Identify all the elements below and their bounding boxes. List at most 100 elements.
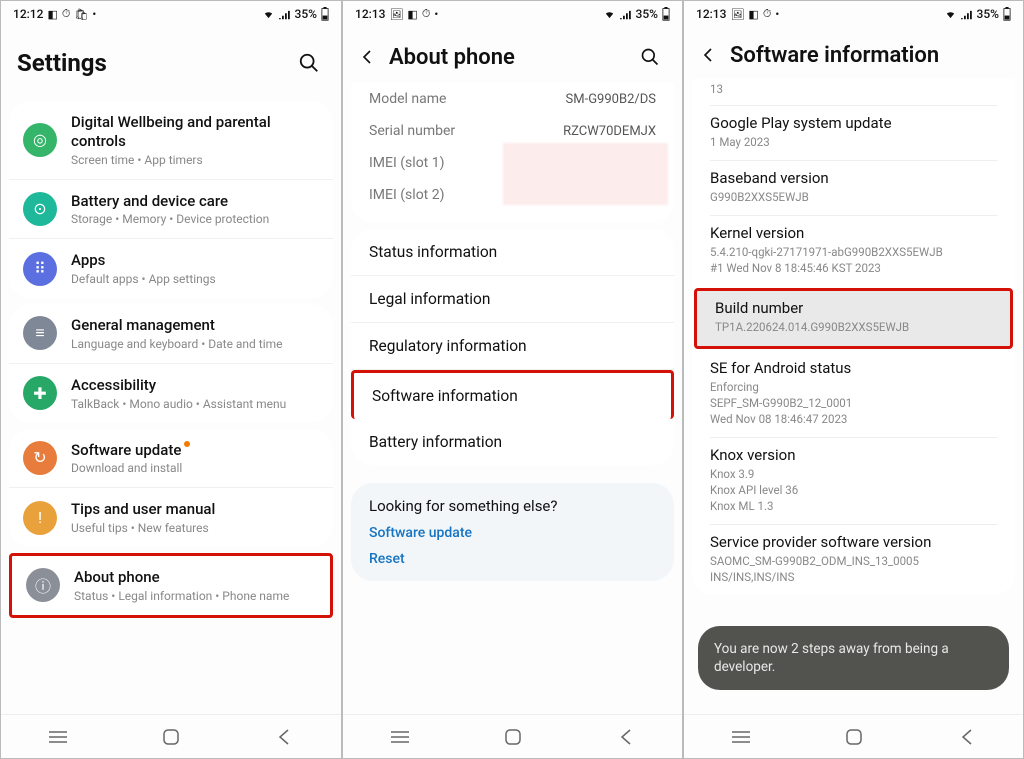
kv-key: Model name xyxy=(369,91,446,107)
row-battery-care[interactable]: ⊙ Battery and device care Storage • Memo… xyxy=(9,180,333,240)
row-sub: Useful tips • New features xyxy=(71,521,319,535)
battery-percent: 35% xyxy=(636,7,658,21)
dot-icon: • xyxy=(434,8,438,21)
nav-home[interactable] xyxy=(491,723,535,751)
row-title: Apps xyxy=(71,251,319,270)
wifi-icon xyxy=(944,9,957,20)
info-sub: G990B2XXS5EWJB xyxy=(710,189,997,205)
row-accessibility[interactable]: ✚ Accessibility TalkBack • Mono audio • … xyxy=(9,364,333,423)
row-software-info[interactable]: Software information xyxy=(351,370,674,419)
row-tips[interactable]: ! Tips and user manual Useful tips • New… xyxy=(9,488,333,547)
nav-home[interactable] xyxy=(832,723,876,751)
nav-home[interactable] xyxy=(149,723,193,751)
nav-back[interactable] xyxy=(262,723,306,751)
search-button[interactable] xyxy=(293,47,325,79)
row-sub: TalkBack • Mono audio • Assistant menu xyxy=(71,397,319,411)
kv-key: IMEI (slot 2) xyxy=(369,187,444,203)
software-info-header: Software information xyxy=(684,27,1023,79)
bag-icon: 🛍 xyxy=(74,8,88,21)
tips-icon: ! xyxy=(23,501,57,535)
status-time: 12:12 xyxy=(13,7,43,21)
row-se-android[interactable]: SE for Android status Enforcing SEPF_SM-… xyxy=(692,351,1015,437)
info-sub: Enforcing SEPF_SM-G990B2_12_0001 Wed Nov… xyxy=(710,379,997,427)
row-title: Accessibility xyxy=(71,376,319,395)
battery-icon xyxy=(662,7,670,21)
nav-back[interactable] xyxy=(604,723,648,751)
battery-percent: 35% xyxy=(977,7,999,21)
row-sub: Storage • Memory • Device protection xyxy=(71,212,319,226)
settings-group-3: ↻ Software update Download and install !… xyxy=(9,429,333,548)
info-sub: SAOMC_SM-G990B2_ODM_INS_13_0005 INS/INS,… xyxy=(710,553,997,585)
row-title: Software update xyxy=(71,441,319,460)
status-bar: 12:13 🖼 ◧ ⏱ • 35% xyxy=(684,1,1023,27)
row-kernel[interactable]: Kernel version 5.4.210-qgki-27171971-abG… xyxy=(692,216,1015,286)
link-software-update[interactable]: Software update xyxy=(369,525,656,541)
nav-recents[interactable] xyxy=(36,723,80,751)
nav-recents[interactable] xyxy=(378,723,422,751)
info-sub: Knox 3.9 Knox API level 36 Knox ML 1.3 xyxy=(710,466,997,514)
dot-icon: • xyxy=(92,8,96,21)
about-phone-icon: ⓘ xyxy=(26,568,60,602)
row-service-provider[interactable]: Service provider software version SAOMC_… xyxy=(692,525,1015,595)
info-title: Build number xyxy=(715,299,992,317)
clock-icon: ⏱ xyxy=(422,7,431,21)
row-sub: Default apps • App settings xyxy=(71,272,319,286)
row-legal-info[interactable]: Legal information xyxy=(351,276,674,323)
info-title: SE for Android status xyxy=(710,359,997,377)
kv-value: RZCW70DEMJX xyxy=(563,124,656,139)
info-title: Service provider software version xyxy=(710,533,997,551)
link-reset[interactable]: Reset xyxy=(369,551,656,567)
row-about-phone[interactable]: ⓘ About phone Status • Legal information… xyxy=(12,556,330,615)
settings-header: Settings xyxy=(1,27,341,95)
kv-value: SM-G990B2/DS xyxy=(566,92,656,107)
general-icon: ≡ xyxy=(23,316,57,350)
nav-bar xyxy=(1,714,341,758)
info-sub: TP1A.220624.014.G990B2XXS5EWJB xyxy=(715,319,992,335)
row-sub: Language and keyboard • Date and time xyxy=(71,337,319,351)
back-button[interactable] xyxy=(353,43,381,71)
battery-icon xyxy=(321,7,329,21)
row-digital-wellbeing[interactable]: ◎ Digital Wellbeing and parental control… xyxy=(9,101,333,180)
info-title: Kernel version xyxy=(710,224,997,242)
row-sub: Download and install xyxy=(71,461,319,475)
row-title: Tips and user manual xyxy=(71,500,319,519)
row-play-update[interactable]: Google Play system update 1 May 2023 xyxy=(692,106,1015,160)
row-title: About phone xyxy=(74,568,316,587)
accessibility-icon: ✚ xyxy=(23,376,57,410)
row-knox[interactable]: Knox version Knox 3.9 Knox API level 36 … xyxy=(692,438,1015,524)
info-sub: 1 May 2023 xyxy=(710,134,997,150)
nav-bar xyxy=(343,714,682,758)
row-apps[interactable]: ⠿ Apps Default apps • App settings xyxy=(9,239,333,298)
clock-icon: ⏱ xyxy=(763,7,772,21)
info-title: Baseband version xyxy=(710,169,997,187)
nav-back[interactable] xyxy=(945,723,989,751)
row-baseband[interactable]: Baseband version G990B2XXS5EWJB xyxy=(692,161,1015,215)
update-badge-icon xyxy=(184,441,190,447)
row-build-number[interactable]: Build number TP1A.220624.014.G990B2XXS5E… xyxy=(694,288,1013,348)
row-general-management[interactable]: ≡ General management Language and keyboa… xyxy=(9,304,333,364)
kv-model-name: Model name SM-G990B2/DS xyxy=(351,83,674,115)
picture-icon: 🖼 xyxy=(389,8,403,21)
search-button[interactable] xyxy=(634,41,666,73)
status-time: 12:13 xyxy=(696,7,726,21)
row-status-info[interactable]: Status information xyxy=(351,229,674,276)
row-battery-info[interactable]: Battery information xyxy=(351,419,674,465)
wifi-icon xyxy=(262,9,275,20)
page-title: About phone xyxy=(389,45,634,70)
nav-recents[interactable] xyxy=(719,723,763,751)
wellbeing-icon: ◎ xyxy=(23,123,57,157)
row-software-update[interactable]: ↻ Software update Download and install xyxy=(9,429,333,489)
kv-key: IMEI (slot 1) xyxy=(369,155,444,171)
version-card: 13 Google Play system update 1 May 2023 … xyxy=(692,79,1015,595)
page-title: Software information xyxy=(730,43,1007,68)
info-sub: 5.4.210-qgki-27171971-abG990B2XXS5EWJB #… xyxy=(710,244,997,276)
page-title: Settings xyxy=(17,49,293,77)
screen-software-info: 12:13 🖼 ◧ ⏱ • 35% Software information 1… xyxy=(683,0,1024,759)
battery-percent: 35% xyxy=(295,7,317,21)
status-bar: 12:13 🖼 ◧ ⏱ • 35% xyxy=(343,1,682,27)
back-button[interactable] xyxy=(694,41,722,69)
row-regulatory-info[interactable]: Regulatory information xyxy=(351,323,674,370)
about-links-card: Status information Legal information Reg… xyxy=(351,229,674,465)
signal-icon xyxy=(279,9,291,20)
looking-for-card: Looking for something else? Software upd… xyxy=(351,483,674,581)
